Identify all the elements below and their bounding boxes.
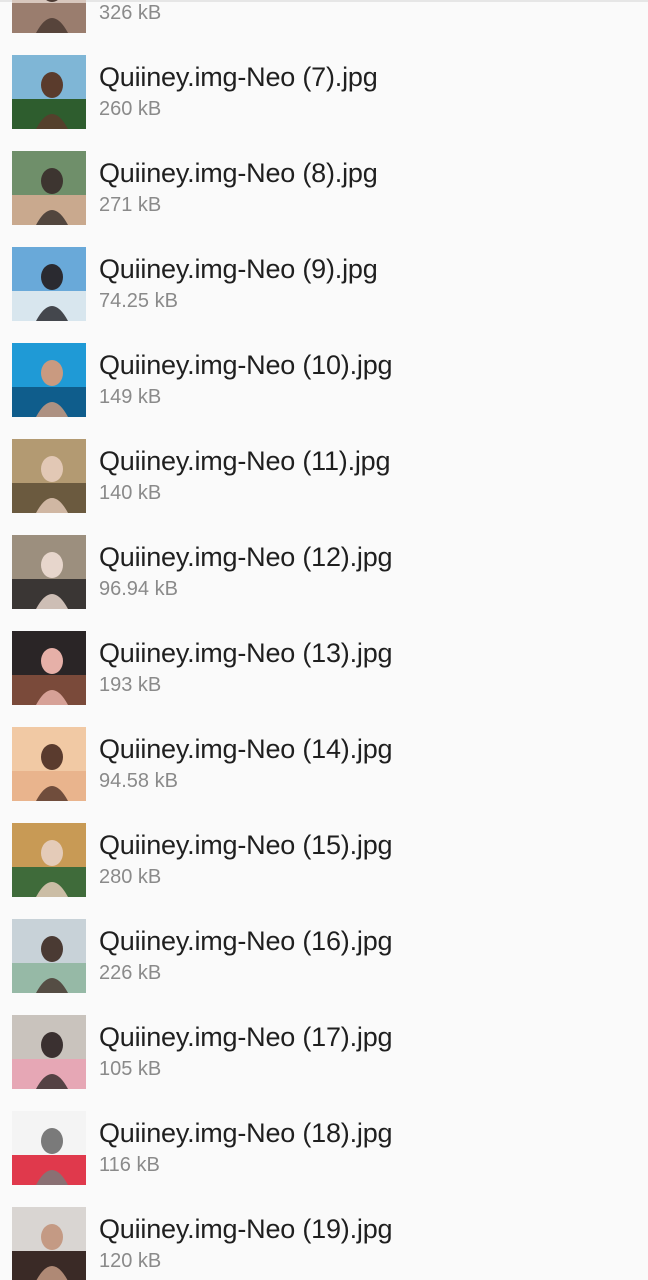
- file-name: Quiiney.img-Neo (19).jpg: [99, 1214, 393, 1244]
- file-size: 193 kB: [99, 674, 162, 696]
- file-name: Quiiney.img-Neo (8).jpg: [99, 158, 378, 188]
- file-size: 116 kB: [99, 1154, 160, 1176]
- file-row[interactable]: Quiiney.img-Neo (18).jpg 116 kB: [0, 1100, 648, 1196]
- file-row[interactable]: Quiiney.img-Neo (16).jpg 226 kB: [0, 908, 648, 1004]
- file-name: Quiiney.img-Neo (18).jpg: [99, 1118, 393, 1148]
- file-name: Quiiney.img-Neo (12).jpg: [99, 542, 393, 572]
- file-size: 105 kB: [99, 1058, 162, 1080]
- file-row[interactable]: Quiiney.img-Neo (10).jpg 149 kB: [0, 332, 648, 428]
- file-size: 96.94 kB: [99, 578, 178, 600]
- file-row[interactable]: Quiiney.img-Neo (19).jpg 120 kB: [0, 1196, 648, 1280]
- file-row[interactable]: Quiiney.img-Neo (9).jpg 74.25 kB: [0, 236, 648, 332]
- photo-thumbnail-icon[interactable]: [12, 439, 86, 513]
- file-row[interactable]: Quiiney.img-Neo (7).jpg 260 kB: [0, 44, 648, 140]
- file-size: 260 kB: [99, 98, 162, 120]
- photo-thumbnail-icon[interactable]: [12, 727, 86, 801]
- file-size: 140 kB: [99, 482, 162, 504]
- file-name: Quiiney.img-Neo (14).jpg: [99, 734, 393, 764]
- file-size: 120 kB: [99, 1250, 162, 1272]
- file-row[interactable]: Quiiney.img-Neo (13).jpg 193 kB: [0, 620, 648, 716]
- photo-thumbnail-icon[interactable]: [12, 55, 86, 129]
- file-size: 74.25 kB: [99, 290, 178, 312]
- file-size: 226 kB: [99, 962, 162, 984]
- file-name: Quiiney.img-Neo (9).jpg: [99, 254, 378, 284]
- photo-thumbnail-icon[interactable]: [12, 0, 86, 33]
- file-name: Quiiney.img-Neo (10).jpg: [99, 350, 393, 380]
- file-name: Quiiney.img-Neo (11).jpg: [99, 446, 391, 476]
- photo-thumbnail-icon[interactable]: [12, 1207, 86, 1280]
- photo-thumbnail-icon[interactable]: [12, 343, 86, 417]
- file-name: Quiiney.img-Neo (7).jpg: [99, 62, 378, 92]
- photo-thumbnail-icon[interactable]: [12, 151, 86, 225]
- file-row[interactable]: Quiiney.img-Neo (14).jpg 94.58 kB: [0, 716, 648, 812]
- file-size: 149 kB: [99, 386, 162, 408]
- file-size: 94.58 kB: [99, 770, 178, 792]
- photo-thumbnail-icon[interactable]: [12, 823, 86, 897]
- file-size: 271 kB: [99, 194, 162, 216]
- file-row[interactable]: Quiiney.img-Neo (12).jpg 96.94 kB: [0, 524, 648, 620]
- file-row[interactable]: Quiiney.img-Neo (8).jpg 271 kB: [0, 140, 648, 236]
- file-row[interactable]: 326 kB: [0, 0, 648, 44]
- photo-thumbnail-icon[interactable]: [12, 1111, 86, 1185]
- photo-thumbnail-icon[interactable]: [12, 1015, 86, 1089]
- file-list: 326 kB Quiiney.img-Neo (7).jpg 260 kB Quiin…: [0, 0, 648, 1280]
- file-row[interactable]: Quiiney.img-Neo (17).jpg 105 kB: [0, 1004, 648, 1100]
- photo-thumbnail-icon[interactable]: [12, 631, 86, 705]
- file-name: Quiiney.img-Neo (13).jpg: [99, 638, 393, 668]
- file-row[interactable]: Quiiney.img-Neo (11).jpg 140 kB: [0, 428, 648, 524]
- file-row[interactable]: Quiiney.img-Neo (15).jpg 280 kB: [0, 812, 648, 908]
- file-size: 280 kB: [99, 866, 162, 888]
- file-name: Quiiney.img-Neo (16).jpg: [99, 926, 393, 956]
- file-size: 326 kB: [99, 2, 162, 24]
- file-name: Quiiney.img-Neo (17).jpg: [99, 1022, 393, 1052]
- file-name: Quiiney.img-Neo (15).jpg: [99, 830, 393, 860]
- photo-thumbnail-icon[interactable]: [12, 919, 86, 993]
- photo-thumbnail-icon[interactable]: [12, 247, 86, 321]
- photo-thumbnail-icon[interactable]: [12, 535, 86, 609]
